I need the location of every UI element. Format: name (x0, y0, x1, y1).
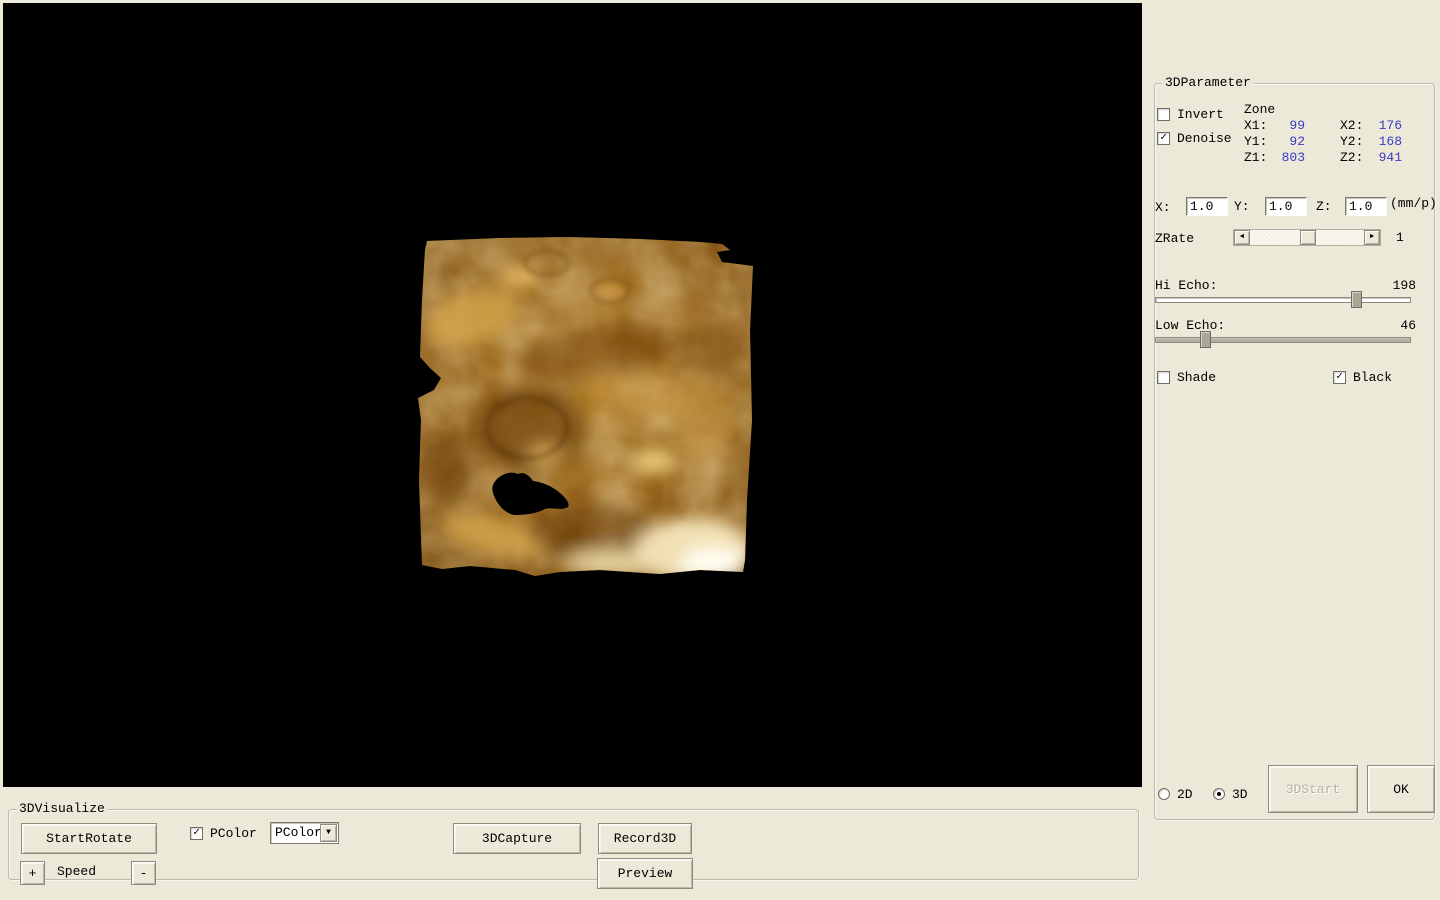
zrate-scrollbar[interactable]: ◄ ► (1233, 229, 1381, 246)
zrate-right-arrow[interactable]: ► (1364, 230, 1380, 245)
zone-z1-label: Z1: (1244, 150, 1267, 165)
hi-echo-slider-thumb[interactable] (1351, 291, 1362, 308)
hi-echo-label: Hi Echo: (1155, 278, 1217, 293)
scale-unit-label: (mm/p) (1390, 196, 1437, 211)
group-3dvisualize-title: 3DVisualize (16, 801, 108, 817)
scale-z-input[interactable] (1345, 197, 1387, 216)
render-viewport[interactable] (3, 3, 1142, 787)
hi-echo-slider[interactable] (1155, 297, 1411, 303)
start3d-button[interactable]: 3DStart (1268, 765, 1358, 813)
scale-y-input[interactable] (1265, 197, 1307, 216)
scale-x-label: X: (1155, 200, 1171, 215)
zrate-label: ZRate (1155, 231, 1194, 246)
start-rotate-button[interactable]: StartRotate (21, 823, 157, 854)
zrate-value: 1 (1396, 230, 1404, 245)
parameter-panel: 3DParameter Invert ✓ Denoise Zone X1: 99… (1144, 0, 1440, 900)
pcolor-combobox[interactable]: PColor ▼ (270, 822, 339, 844)
ok-button[interactable]: OK (1367, 765, 1435, 813)
zone-y2-label: Y2: (1340, 134, 1363, 149)
scale-x-input[interactable] (1186, 197, 1228, 216)
zone-y2-value: 168 (1366, 134, 1402, 149)
speed-minus-button[interactable]: - (131, 861, 156, 885)
pcolor-combobox-value: PColor (275, 825, 322, 841)
pcolor-checkbox[interactable]: ✓ (190, 827, 203, 840)
zone-z1-value: 803 (1269, 150, 1305, 165)
group-3dparameter-title: 3DParameter (1162, 75, 1254, 91)
app-window: { "glyphs": { "check": "✓", "arrow_left"… (0, 0, 1440, 900)
zone-y1-label: Y1: (1244, 134, 1267, 149)
radio-3d[interactable] (1213, 788, 1225, 800)
hi-echo-value: 198 (1376, 278, 1416, 293)
zone-title: Zone (1244, 102, 1275, 117)
denoise-checkbox[interactable]: ✓ (1157, 132, 1170, 145)
pcolor-combobox-dropdown-icon[interactable]: ▼ (320, 824, 337, 842)
capture3d-button[interactable]: 3DCapture (453, 823, 581, 854)
shade-label: Shade (1177, 370, 1216, 385)
ultrasound-3d-render[interactable] (412, 233, 757, 578)
zrate-left-arrow[interactable]: ◄ (1234, 230, 1250, 245)
pcolor-checkbox-label: PColor (210, 826, 257, 841)
scale-z-label: Z: (1316, 199, 1332, 214)
denoise-label: Denoise (1177, 131, 1232, 146)
invert-label: Invert (1177, 107, 1224, 122)
low-echo-label: Low Echo: (1155, 318, 1225, 333)
black-label: Black (1353, 370, 1392, 385)
record3d-button[interactable]: Record3D (598, 823, 692, 854)
shade-checkbox[interactable] (1157, 371, 1170, 384)
zrate-thumb[interactable] (1300, 230, 1316, 245)
visualize-panel: 3DVisualize StartRotate + Speed - ✓ PCol… (0, 787, 1144, 900)
speed-plus-button[interactable]: + (20, 861, 45, 885)
zone-x1-label: X1: (1244, 118, 1267, 133)
zone-x2-value: 176 (1366, 118, 1402, 133)
group-3dparameter: 3DParameter (1154, 83, 1435, 820)
zone-z2-value: 941 (1366, 150, 1402, 165)
zone-z2-label: Z2: (1340, 150, 1363, 165)
zone-y1-value: 92 (1269, 134, 1305, 149)
low-echo-slider[interactable] (1155, 337, 1411, 343)
low-echo-slider-thumb[interactable] (1200, 331, 1211, 348)
invert-checkbox[interactable] (1157, 108, 1170, 121)
preview-button[interactable]: Preview (597, 858, 693, 889)
radio-2d-label: 2D (1177, 787, 1193, 802)
zone-x1-value: 99 (1269, 118, 1305, 133)
zone-x2-label: X2: (1340, 118, 1363, 133)
scale-y-label: Y: (1234, 199, 1250, 214)
speed-label: Speed (57, 864, 96, 879)
radio-3d-label: 3D (1232, 787, 1248, 802)
black-checkbox[interactable]: ✓ (1333, 371, 1346, 384)
radio-2d[interactable] (1158, 788, 1170, 800)
low-echo-value: 46 (1376, 318, 1416, 333)
